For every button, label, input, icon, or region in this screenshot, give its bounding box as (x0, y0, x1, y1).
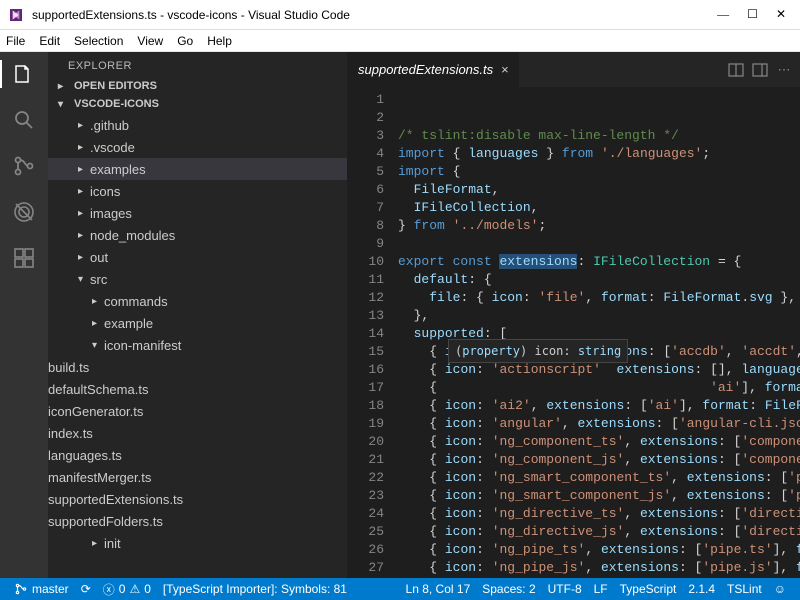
folder-commands[interactable]: ▸commands (48, 290, 347, 312)
status-bar: master ⟳ ⓧ0 ⚠0 [TypeScript Importer]: Sy… (0, 578, 800, 600)
chevron-right-icon: ▸ (58, 81, 70, 92)
more-icon[interactable]: ⋯ (774, 60, 794, 80)
chevron-down-icon: ▾ (58, 99, 70, 110)
status-cursor[interactable]: Ln 8, Col 17 (400, 582, 477, 596)
folder-icon-manifest[interactable]: ▾icon-manifest (48, 334, 347, 356)
folder-vscode[interactable]: ▸.vscode (48, 136, 347, 158)
menu-selection[interactable]: Selection (74, 34, 123, 48)
file-languages-ts[interactable]: languages.ts (48, 444, 347, 466)
status-version[interactable]: 2.1.4 (682, 582, 721, 596)
status-language[interactable]: TypeScript (614, 582, 683, 596)
folder-examples[interactable]: ▸examples (48, 158, 347, 180)
file-manifest-merger[interactable]: manifestMerger.ts (48, 466, 347, 488)
folder-src[interactable]: ▾src (48, 268, 347, 290)
file-build-ts[interactable]: build.ts (48, 356, 347, 378)
hover-tooltip: (property) icon: string (448, 339, 628, 363)
folder-images[interactable]: ▸images (48, 202, 347, 224)
close-button[interactable]: ✕ (776, 7, 786, 22)
search-icon[interactable] (10, 106, 38, 134)
extensions-icon[interactable] (10, 244, 38, 272)
code-editor[interactable]: 1234567891011121314151617181920212223242… (348, 87, 800, 578)
file-tree: ▸.github ▸.vscode ▸examples ▸icons ▸imag… (48, 114, 347, 578)
status-ts-importer[interactable]: [TypeScript Importer]: Symbols: 81 (157, 582, 353, 596)
close-icon[interactable]: × (501, 62, 509, 77)
git-icon[interactable] (10, 152, 38, 180)
status-sync[interactable]: ⟳ (75, 582, 97, 596)
menu-bar: File Edit Selection View Go Help (0, 30, 800, 52)
tab-supported-extensions[interactable]: supportedExtensions.ts × (348, 52, 520, 87)
window-controls: — ☐ ✕ (717, 7, 792, 22)
status-encoding[interactable]: UTF-8 (542, 582, 588, 596)
folder-example[interactable]: ▸example (48, 312, 347, 334)
split-editor-icon[interactable] (726, 60, 746, 80)
status-eol[interactable]: LF (588, 582, 614, 596)
menu-view[interactable]: View (137, 34, 163, 48)
file-index-ts[interactable]: index.ts (48, 422, 347, 444)
sidebar-title: EXPLORER (48, 52, 347, 78)
minimize-button[interactable]: — (717, 7, 729, 22)
window-titlebar: supportedExtensions.ts - vscode-icons - … (0, 0, 800, 30)
debug-icon[interactable] (10, 198, 38, 226)
status-tslint[interactable]: TSLint (721, 582, 768, 596)
menu-go[interactable]: Go (177, 34, 193, 48)
section-label: VSCODE-ICONS (74, 98, 159, 110)
activity-bar (0, 52, 48, 578)
menu-edit[interactable]: Edit (39, 34, 60, 48)
section-label: OPEN EDITORS (74, 80, 157, 92)
editor-tabs: supportedExtensions.ts × ⋯ (348, 52, 800, 87)
status-errors[interactable]: ⓧ0 ⚠0 (97, 581, 157, 598)
line-gutter: 1234567891011121314151617181920212223242… (348, 87, 398, 578)
menu-help[interactable]: Help (207, 34, 232, 48)
section-project[interactable]: ▾ VSCODE-ICONS (48, 96, 347, 114)
explorer-icon[interactable] (10, 60, 38, 88)
tab-label: supportedExtensions.ts (358, 62, 493, 77)
toggle-panel-icon[interactable] (750, 60, 770, 80)
maximize-button[interactable]: ☐ (747, 7, 758, 22)
folder-icons[interactable]: ▸icons (48, 180, 347, 202)
editor-area: supportedExtensions.ts × ⋯ 1234567891011… (348, 52, 800, 578)
vscode-logo-icon (8, 7, 24, 23)
status-spaces[interactable]: Spaces: 2 (476, 582, 541, 596)
menu-file[interactable]: File (6, 34, 25, 48)
file-supported-extensions[interactable]: supportedExtensions.ts (48, 488, 347, 510)
folder-node-modules[interactable]: ▸node_modules (48, 224, 347, 246)
folder-init[interactable]: ▸init (48, 532, 347, 554)
file-supported-folders[interactable]: supportedFolders.ts (48, 510, 347, 532)
code-content[interactable]: /* tslint:disable max-line-length */impo… (398, 87, 800, 578)
status-feedback-icon[interactable]: ☺ (768, 582, 792, 596)
folder-out[interactable]: ▸out (48, 246, 347, 268)
file-default-schema[interactable]: defaultSchema.ts (48, 378, 347, 400)
folder-github[interactable]: ▸.github (48, 114, 347, 136)
section-open-editors[interactable]: ▸ OPEN EDITORS (48, 78, 347, 96)
explorer-sidebar: EXPLORER ▸ OPEN EDITORS ▾ VSCODE-ICONS ▸… (48, 52, 348, 578)
file-icon-generator[interactable]: iconGenerator.ts (48, 400, 347, 422)
status-git-branch[interactable]: master (8, 582, 75, 596)
main-area: EXPLORER ▸ OPEN EDITORS ▾ VSCODE-ICONS ▸… (0, 52, 800, 578)
window-title: supportedExtensions.ts - vscode-icons - … (32, 8, 717, 22)
